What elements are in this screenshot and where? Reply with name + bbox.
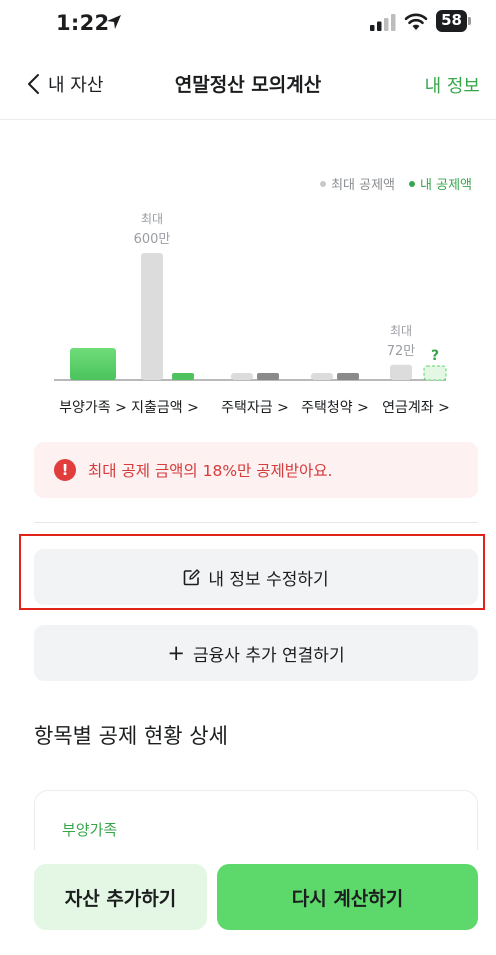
battery-level: 58 bbox=[441, 11, 462, 29]
bar-max-3 bbox=[311, 373, 333, 380]
chevron-left-icon bbox=[28, 74, 39, 94]
chart-canvas: 부양가족 > 지출금액 > 주택자금 > 주택청약 > 연금계좌 >최대600만최대72… bbox=[54, 212, 450, 416]
legend-dot-gray bbox=[320, 180, 327, 187]
legend-max-label: 최대 공제액 bbox=[331, 178, 396, 193]
bottom-action-bar: 자산 추가하기 다시 계산하기 bbox=[0, 850, 496, 955]
x-tick-label-4: 연금계좌 > bbox=[382, 400, 450, 416]
alert-text: 최대 공제 금액의 18%만 공제받아요. bbox=[88, 462, 333, 480]
plus-icon: + bbox=[167, 640, 186, 665]
back-label: 내 자산 bbox=[48, 75, 104, 96]
app-screen: 1:22 58 내 자산 연말정산 모의계산 내 정보 최대 공제액 내 공제액… bbox=[0, 0, 496, 955]
chart-legend: 최대 공제액 내 공제액 bbox=[320, 174, 472, 193]
bar-max-2 bbox=[231, 373, 253, 380]
bar-max-1 bbox=[141, 253, 163, 380]
wifi-icon bbox=[404, 13, 428, 30]
cellular-signal-icon bbox=[370, 14, 396, 31]
my-info-link[interactable]: 내 정보 bbox=[425, 72, 480, 98]
max-label-value-1: 600만 bbox=[134, 232, 171, 247]
max-label-title-1: 최대 bbox=[141, 212, 163, 226]
unknown-value-marker: ? bbox=[431, 348, 439, 364]
bar-mine-2 bbox=[257, 373, 279, 380]
bar-mine-unknown-4 bbox=[423, 365, 447, 381]
battery-icon: 58 bbox=[436, 10, 472, 32]
legend-my-deduction: 내 공제액 bbox=[409, 174, 472, 193]
bar-max-4 bbox=[390, 364, 412, 380]
edit-my-info-button[interactable]: 내 정보 수정하기 bbox=[34, 549, 478, 605]
x-tick-label-1: 지출금액 > bbox=[131, 400, 199, 416]
legend-max-deduction: 최대 공제액 bbox=[320, 174, 395, 193]
location-arrow-icon bbox=[107, 15, 121, 29]
bar-mine-3 bbox=[337, 373, 359, 380]
alert-icon: ! bbox=[54, 459, 76, 481]
x-tick-label-2: 주택자금 > bbox=[221, 400, 289, 416]
status-bar: 1:22 58 bbox=[0, 0, 496, 48]
back-button[interactable]: 내 자산 bbox=[26, 69, 103, 99]
card-category-label: 부양가족 bbox=[62, 821, 118, 839]
edit-icon bbox=[184, 568, 201, 585]
max-label-value-4: 72만 bbox=[387, 344, 416, 359]
add-financial-institution-button[interactable]: + 금융사 추가 연결하기 bbox=[34, 625, 478, 681]
status-time: 1:22 bbox=[56, 11, 110, 35]
detail-section-title: 항목별 공제 현황 상세 bbox=[34, 724, 228, 748]
legend-dot-green bbox=[409, 180, 416, 187]
add-financial-institution-label: 금융사 추가 연결하기 bbox=[193, 645, 345, 666]
add-asset-button[interactable]: 자산 추가하기 bbox=[34, 864, 207, 930]
x-tick-label-0: 부양가족 > bbox=[59, 400, 127, 416]
nav-divider bbox=[0, 119, 496, 120]
deduction-alert: ! 최대 공제 금액의 18%만 공제받아요. bbox=[34, 442, 478, 498]
edit-my-info-label: 내 정보 수정하기 bbox=[208, 569, 329, 590]
navigation-bar: 내 자산 연말정산 모의계산 내 정보 bbox=[0, 56, 496, 112]
max-label-title-4: 최대 bbox=[390, 324, 412, 338]
bar-mine-0 bbox=[70, 348, 116, 380]
bar-mine-1 bbox=[172, 373, 194, 380]
legend-mine-label: 내 공제액 bbox=[420, 178, 472, 193]
recalculate-button[interactable]: 다시 계산하기 bbox=[217, 864, 478, 930]
section-divider bbox=[34, 522, 478, 523]
x-tick-label-3: 주택청약 > bbox=[301, 400, 369, 416]
deduction-bar-chart: 부양가족 > 지출금액 > 주택자금 > 주택청약 > 연금계좌 > 최대 600만 최대 72… bbox=[0, 200, 496, 430]
